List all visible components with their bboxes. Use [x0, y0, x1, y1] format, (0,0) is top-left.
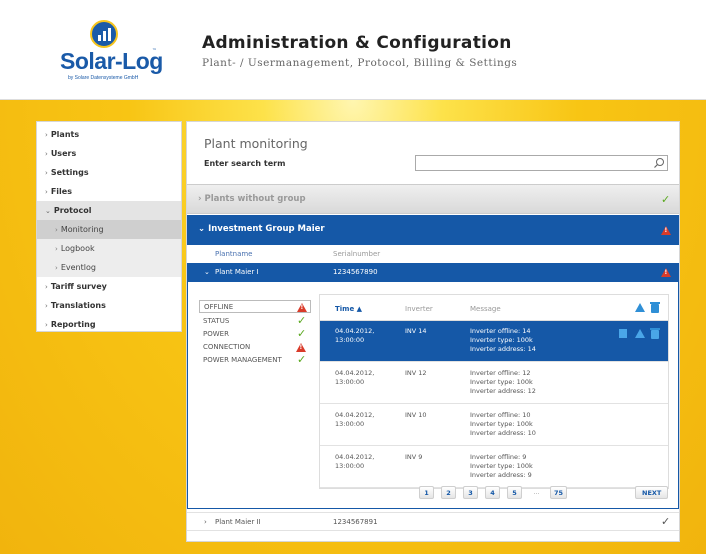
status-row-power-management[interactable]: POWER MANAGEMENT ✓: [199, 353, 311, 367]
table-row[interactable]: 04.04.2012, 13:00:00 INV 14 Inverter off…: [320, 321, 668, 362]
page-button-5[interactable]: 5: [507, 486, 522, 499]
row-inverter: INV 10: [405, 411, 427, 419]
row-time: 04.04.2012, 13:00:00: [335, 453, 375, 470]
plant-serial: 1234567890: [333, 268, 378, 276]
plant-row-plant-maier-2[interactable]: › Plant Maier II 1234567891 ✓: [187, 512, 679, 531]
column-header-inverter[interactable]: Inverter: [405, 305, 433, 313]
column-header-serialnumber: Serialnumber: [333, 250, 381, 258]
page-button-4[interactable]: 4: [485, 486, 500, 499]
row-inverter: INV 12: [405, 369, 427, 377]
logo-trademark: ™: [152, 48, 157, 54]
logo-subtext: by Solare Datensysteme GmbH: [68, 75, 139, 81]
sidebar-item-settings[interactable]: › Settings: [37, 163, 181, 182]
sidebar-item-tariff-survey[interactable]: › Tariff survey: [37, 277, 181, 296]
check-icon: ✓: [661, 515, 671, 528]
row-message: Inverter offline: 10 Inverter type: 100k…: [470, 411, 536, 437]
row-details-button[interactable]: [619, 329, 629, 339]
delete-all-button[interactable]: [650, 302, 661, 314]
logo-bars-icon: [98, 27, 112, 41]
sidebar-item-files[interactable]: › Files: [37, 182, 181, 201]
expand-arrow-icon: ›: [198, 194, 202, 204]
row-message: Inverter offline: 12 Inverter type: 100k…: [470, 369, 536, 395]
status-row-status[interactable]: STATUS ✓: [199, 314, 311, 328]
row-time: 04.04.2012, 13:00:00: [335, 411, 375, 428]
row-message: Inverter offline: 9 Inverter type: 100k …: [470, 453, 533, 479]
page-title: Administration & Configuration: [202, 33, 512, 53]
table-row[interactable]: 04.04.2012, 13:00:00 INV 10 Inverter off…: [320, 405, 668, 446]
warning-triangle-icon: [661, 268, 671, 277]
next-page-button[interactable]: NEXT: [635, 486, 669, 499]
group-row-plants-without-group[interactable]: › Plants without group ✓: [187, 184, 679, 214]
row-time: 04.04.2012, 13:00:00: [335, 327, 375, 344]
check-icon: ✓: [297, 327, 307, 340]
sidebar-item-plants[interactable]: › Plants: [37, 125, 181, 144]
section-title: Plant monitoring: [204, 136, 308, 151]
trash-icon: [650, 302, 660, 313]
expand-arrow-icon: ›: [204, 518, 207, 526]
page-button-1[interactable]: 1: [419, 486, 434, 499]
row-time: 04.04.2012, 13:00:00: [335, 369, 375, 386]
check-icon: ✓: [297, 353, 307, 366]
row-acknowledge-button[interactable]: [635, 329, 645, 339]
trash-icon: [650, 328, 660, 339]
page-button-last[interactable]: 75: [550, 486, 568, 499]
group-row-investment-group-maier[interactable]: ⌄ Investment Group Maier: [187, 215, 679, 245]
sidebar-nav: › Plants › Users › Settings › Files ⌄ Protoco…: [36, 121, 182, 332]
status-row-power[interactable]: POWER ✓: [199, 327, 311, 341]
check-icon: ✓: [661, 193, 671, 206]
document-icon: [619, 329, 627, 338]
column-header-plantname: Plantname: [215, 250, 253, 258]
collapse-arrow-icon: ⌄: [204, 268, 210, 276]
collapse-arrow-icon: ⌄: [198, 224, 206, 234]
pagination: 1 2 3 4 5 ... 75 NEXT: [419, 486, 679, 502]
search-label: Enter search term: [204, 159, 286, 168]
sidebar-item-users[interactable]: › Users: [37, 144, 181, 163]
plant-name: Plant Maier I: [215, 268, 259, 276]
status-row-connection[interactable]: CONNECTION: [199, 341, 311, 354]
warning-triangle-icon: [297, 303, 307, 312]
page-button-3[interactable]: 3: [463, 486, 478, 499]
column-header-message[interactable]: Message: [470, 305, 501, 313]
solar-log-logo[interactable]: Solar-Log ™ by Solare Datensysteme GmbH: [44, 18, 164, 88]
plant-row-plant-maier-1[interactable]: ⌄ Plant Maier I 1234567890: [187, 263, 679, 282]
logo-text: Solar-Log: [60, 48, 163, 74]
page-button-2[interactable]: 2: [441, 486, 456, 499]
row-message: Inverter offline: 14 Inverter type: 100k…: [470, 327, 536, 353]
search-icon[interactable]: [653, 157, 665, 169]
sidebar-item-protocol[interactable]: ⌄ Protocol: [37, 201, 181, 220]
status-row-offline[interactable]: OFFLINE: [199, 300, 311, 313]
group-label: Plants without group: [204, 194, 306, 204]
row-delete-button[interactable]: [650, 328, 661, 340]
column-header-time[interactable]: Time ▲: [335, 305, 362, 313]
event-table-header: Time ▲ Inverter Message: [320, 295, 668, 321]
page-ellipsis: ...: [533, 488, 540, 496]
sidebar-item-reporting[interactable]: › Reporting: [37, 315, 181, 334]
sidebar-subitem-eventlog[interactable]: › Eventlog: [37, 258, 181, 277]
group-label: Investment Group Maier: [208, 224, 325, 234]
app-header: Solar-Log ™ by Solare Datensysteme GmbH …: [0, 0, 706, 100]
page-subtitle: Plant- / Usermanagement, Protocol, Billi…: [202, 57, 518, 69]
plant-serial: 1234567891: [333, 518, 378, 526]
warning-triangle-icon: [661, 226, 671, 235]
row-inverter: INV 14: [405, 327, 427, 335]
sidebar-subitem-monitoring[interactable]: › Monitoring: [37, 220, 181, 239]
sidebar-subitem-logbook[interactable]: › Logbook: [37, 239, 181, 258]
acknowledge-all-button[interactable]: [635, 303, 645, 313]
warning-triangle-icon: [296, 343, 306, 352]
main-panel: Plant monitoring Enter search term › Pla…: [186, 121, 680, 542]
event-table: Time ▲ Inverter Message 04.04.2012, 13:0…: [319, 294, 669, 489]
sidebar-item-translations[interactable]: › Translations: [37, 296, 181, 315]
table-row[interactable]: 04.04.2012, 13:00:00 INV 9 Inverter offl…: [320, 447, 668, 488]
table-row[interactable]: 04.04.2012, 13:00:00 INV 12 Inverter off…: [320, 363, 668, 404]
plant-columns-header: Plantname Serialnumber: [187, 246, 679, 263]
search-input[interactable]: [415, 155, 668, 171]
row-inverter: INV 9: [405, 453, 423, 461]
check-icon: ✓: [297, 314, 307, 327]
plant-name: Plant Maier II: [215, 518, 261, 526]
warning-triangle-icon: [635, 303, 645, 312]
warning-triangle-icon: [635, 329, 645, 338]
